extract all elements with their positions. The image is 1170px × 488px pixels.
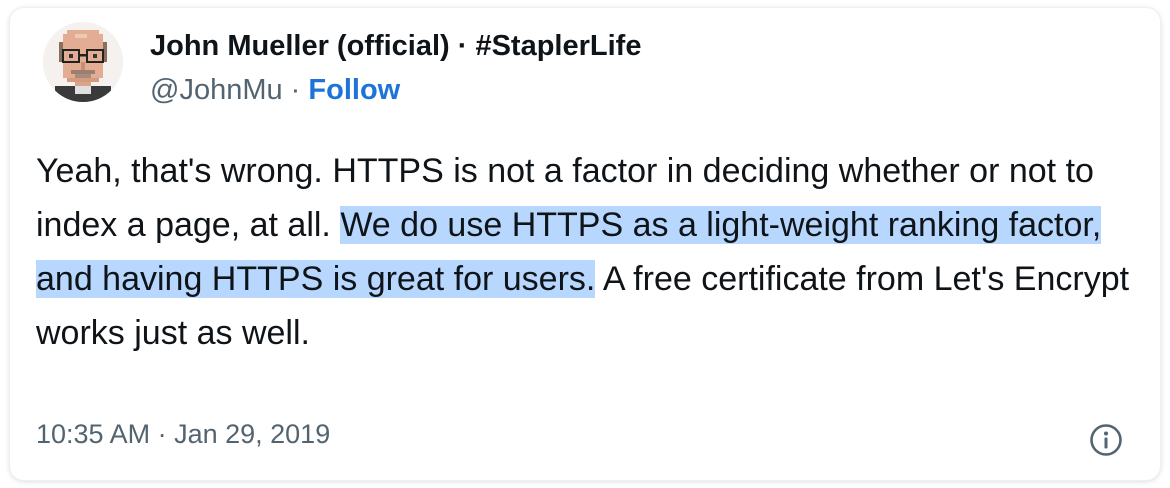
- tweet-timestamp[interactable]: 10:35 AM · Jan 29, 2019: [36, 419, 330, 450]
- follow-button[interactable]: Follow: [308, 74, 400, 106]
- tweet-text: Yeah, that's wrong. HTTPS is not a facto…: [36, 144, 1146, 360]
- info-circle-icon[interactable]: [1088, 422, 1124, 458]
- author-handle[interactable]: @JohnMu: [150, 74, 283, 106]
- avatar[interactable]: [43, 22, 123, 102]
- avatar-icon: [43, 22, 123, 102]
- tweet-card: John Mueller (official) · #StaplerLife @…: [10, 8, 1160, 480]
- author-handle-row: @JohnMu · Follow: [150, 74, 400, 107]
- handle-separator: ·: [282, 74, 309, 106]
- author-display-name[interactable]: John Mueller (official) · #StaplerLife: [150, 30, 641, 63]
